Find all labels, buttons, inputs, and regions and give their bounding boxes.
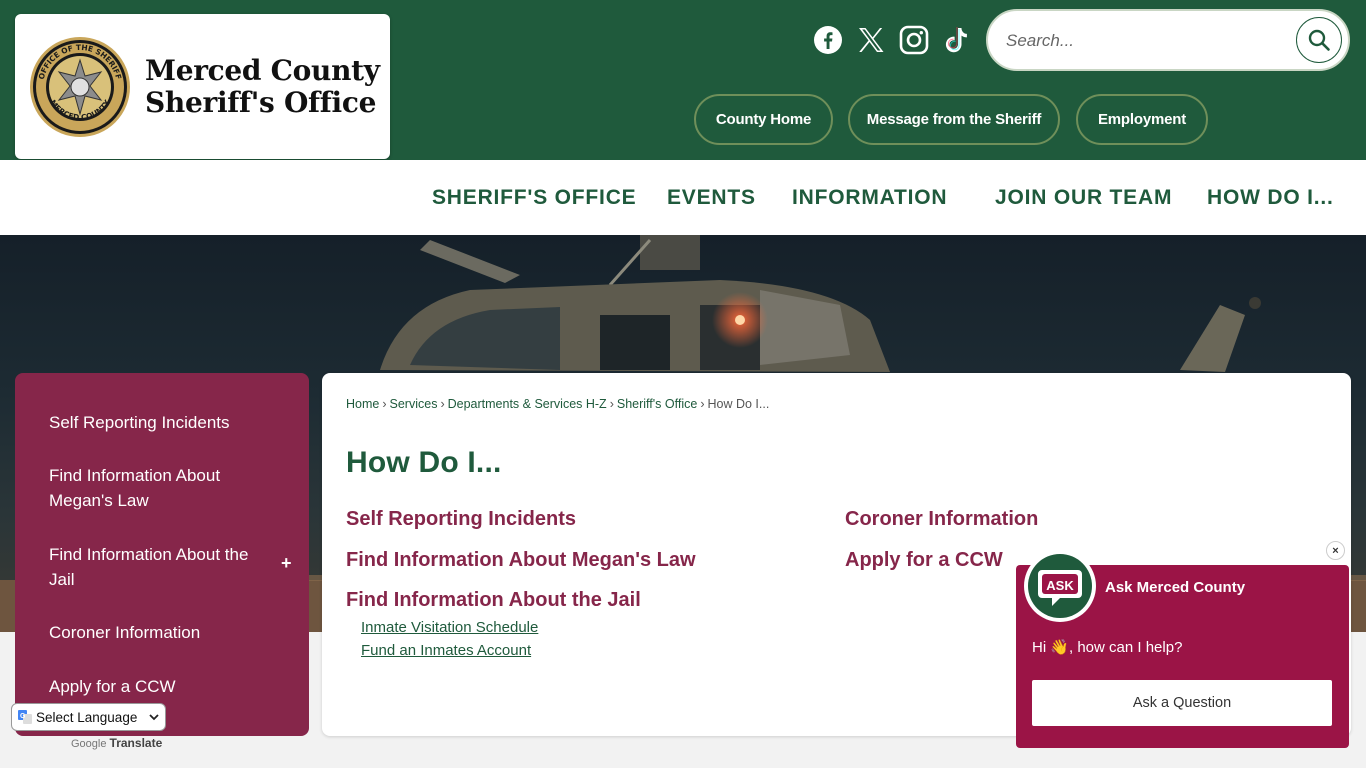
logo-line-2: Sheriff's Office [145,85,377,119]
page-title: How Do I... [346,446,502,479]
search-bar [986,9,1350,71]
breadcrumb-home[interactable]: Home [346,397,379,411]
search-icon [1308,29,1330,51]
tiktok-icon[interactable] [941,24,973,56]
google-translate-icon: G [18,710,32,724]
chat-avatar: ASK [1024,550,1096,622]
instagram-icon[interactable] [898,24,930,56]
translate-label[interactable]: Translate [110,736,163,750]
sidebar-item-self-reporting[interactable]: Self Reporting Incidents [49,410,269,435]
breadcrumb-separator: › [609,397,614,411]
breadcrumb-sheriffs-office[interactable]: Sheriff's Office [617,397,697,411]
nav-information[interactable]: INFORMATION [792,186,947,210]
logo-text: Merced County Sheriff's Office [145,53,380,119]
chat-greeting: Hi 👋, how can I help? [1032,639,1183,656]
sidebar-item-ccw[interactable]: Apply for a CCW [49,674,269,699]
message-from-sheriff-button[interactable]: Message from the Sheriff [848,94,1060,145]
breadcrumb-services[interactable]: Services [390,397,438,411]
language-select-label: Select Language [36,709,138,725]
breadcrumb-departments[interactable]: Departments & Services H-Z [448,397,607,411]
link-self-reporting[interactable]: Self Reporting Incidents [346,508,576,531]
nav-events[interactable]: EVENTS [667,186,756,210]
link-fund-inmate-account[interactable]: Fund an Inmates Account [361,642,531,659]
chat-close-icon[interactable]: × [1326,541,1345,560]
nav-how-do-i[interactable]: HOW DO I... [1207,186,1334,210]
site-logo[interactable]: OFFICE OF THE SHERIFF MERCED COUNTY Merc… [15,14,390,159]
breadcrumb-separator: › [440,397,445,411]
county-home-button[interactable]: County Home [694,94,833,145]
breadcrumb-separator: › [382,397,387,411]
link-jail[interactable]: Find Information About the Jail [346,589,641,612]
facebook-icon[interactable] [812,24,844,56]
link-ccw[interactable]: Apply for a CCW [845,549,1003,572]
language-select[interactable]: G Select Language [11,703,166,731]
link-inmate-visitation[interactable]: Inmate Visitation Schedule [361,619,538,636]
svg-text:ASK: ASK [1046,578,1074,593]
search-button[interactable] [1296,17,1342,63]
expand-plus-icon[interactable]: + [281,553,292,574]
logo-line-1: Merced County [145,53,380,87]
sheriff-seal-icon: OFFICE OF THE SHERIFF MERCED COUNTY [30,36,130,137]
ask-bubble-icon: ASK [1038,570,1082,606]
link-megans-law[interactable]: Find Information About Megan's Law [346,549,696,572]
nav-sheriffs-office[interactable]: SHERIFF'S OFFICE [432,186,636,210]
link-coroner[interactable]: Coroner Information [845,508,1038,531]
google-label: Google [71,738,107,750]
sidebar-item-megans-law[interactable]: Find Information About Megan's Law [49,463,269,513]
breadcrumb-current: How Do I... [707,397,770,411]
breadcrumb-separator: › [700,397,705,411]
nav-join-our-team[interactable]: JOIN OUR TEAM [995,186,1172,210]
chat-title: Ask Merced County [1105,579,1246,596]
search-input[interactable] [1006,25,1286,57]
employment-button[interactable]: Employment [1076,94,1208,145]
powered-by-google: Google Translate [71,736,162,750]
ask-question-button[interactable]: Ask a Question [1032,680,1332,726]
svg-text:G: G [20,713,26,720]
chevron-down-icon [149,714,159,721]
x-icon[interactable] [855,24,887,56]
sidebar-item-coroner[interactable]: Coroner Information [49,620,269,645]
breadcrumb: Home › Services › Departments & Services H-Z… [346,397,769,411]
sidebar-item-jail[interactable]: Find Information About the Jail [49,542,269,592]
